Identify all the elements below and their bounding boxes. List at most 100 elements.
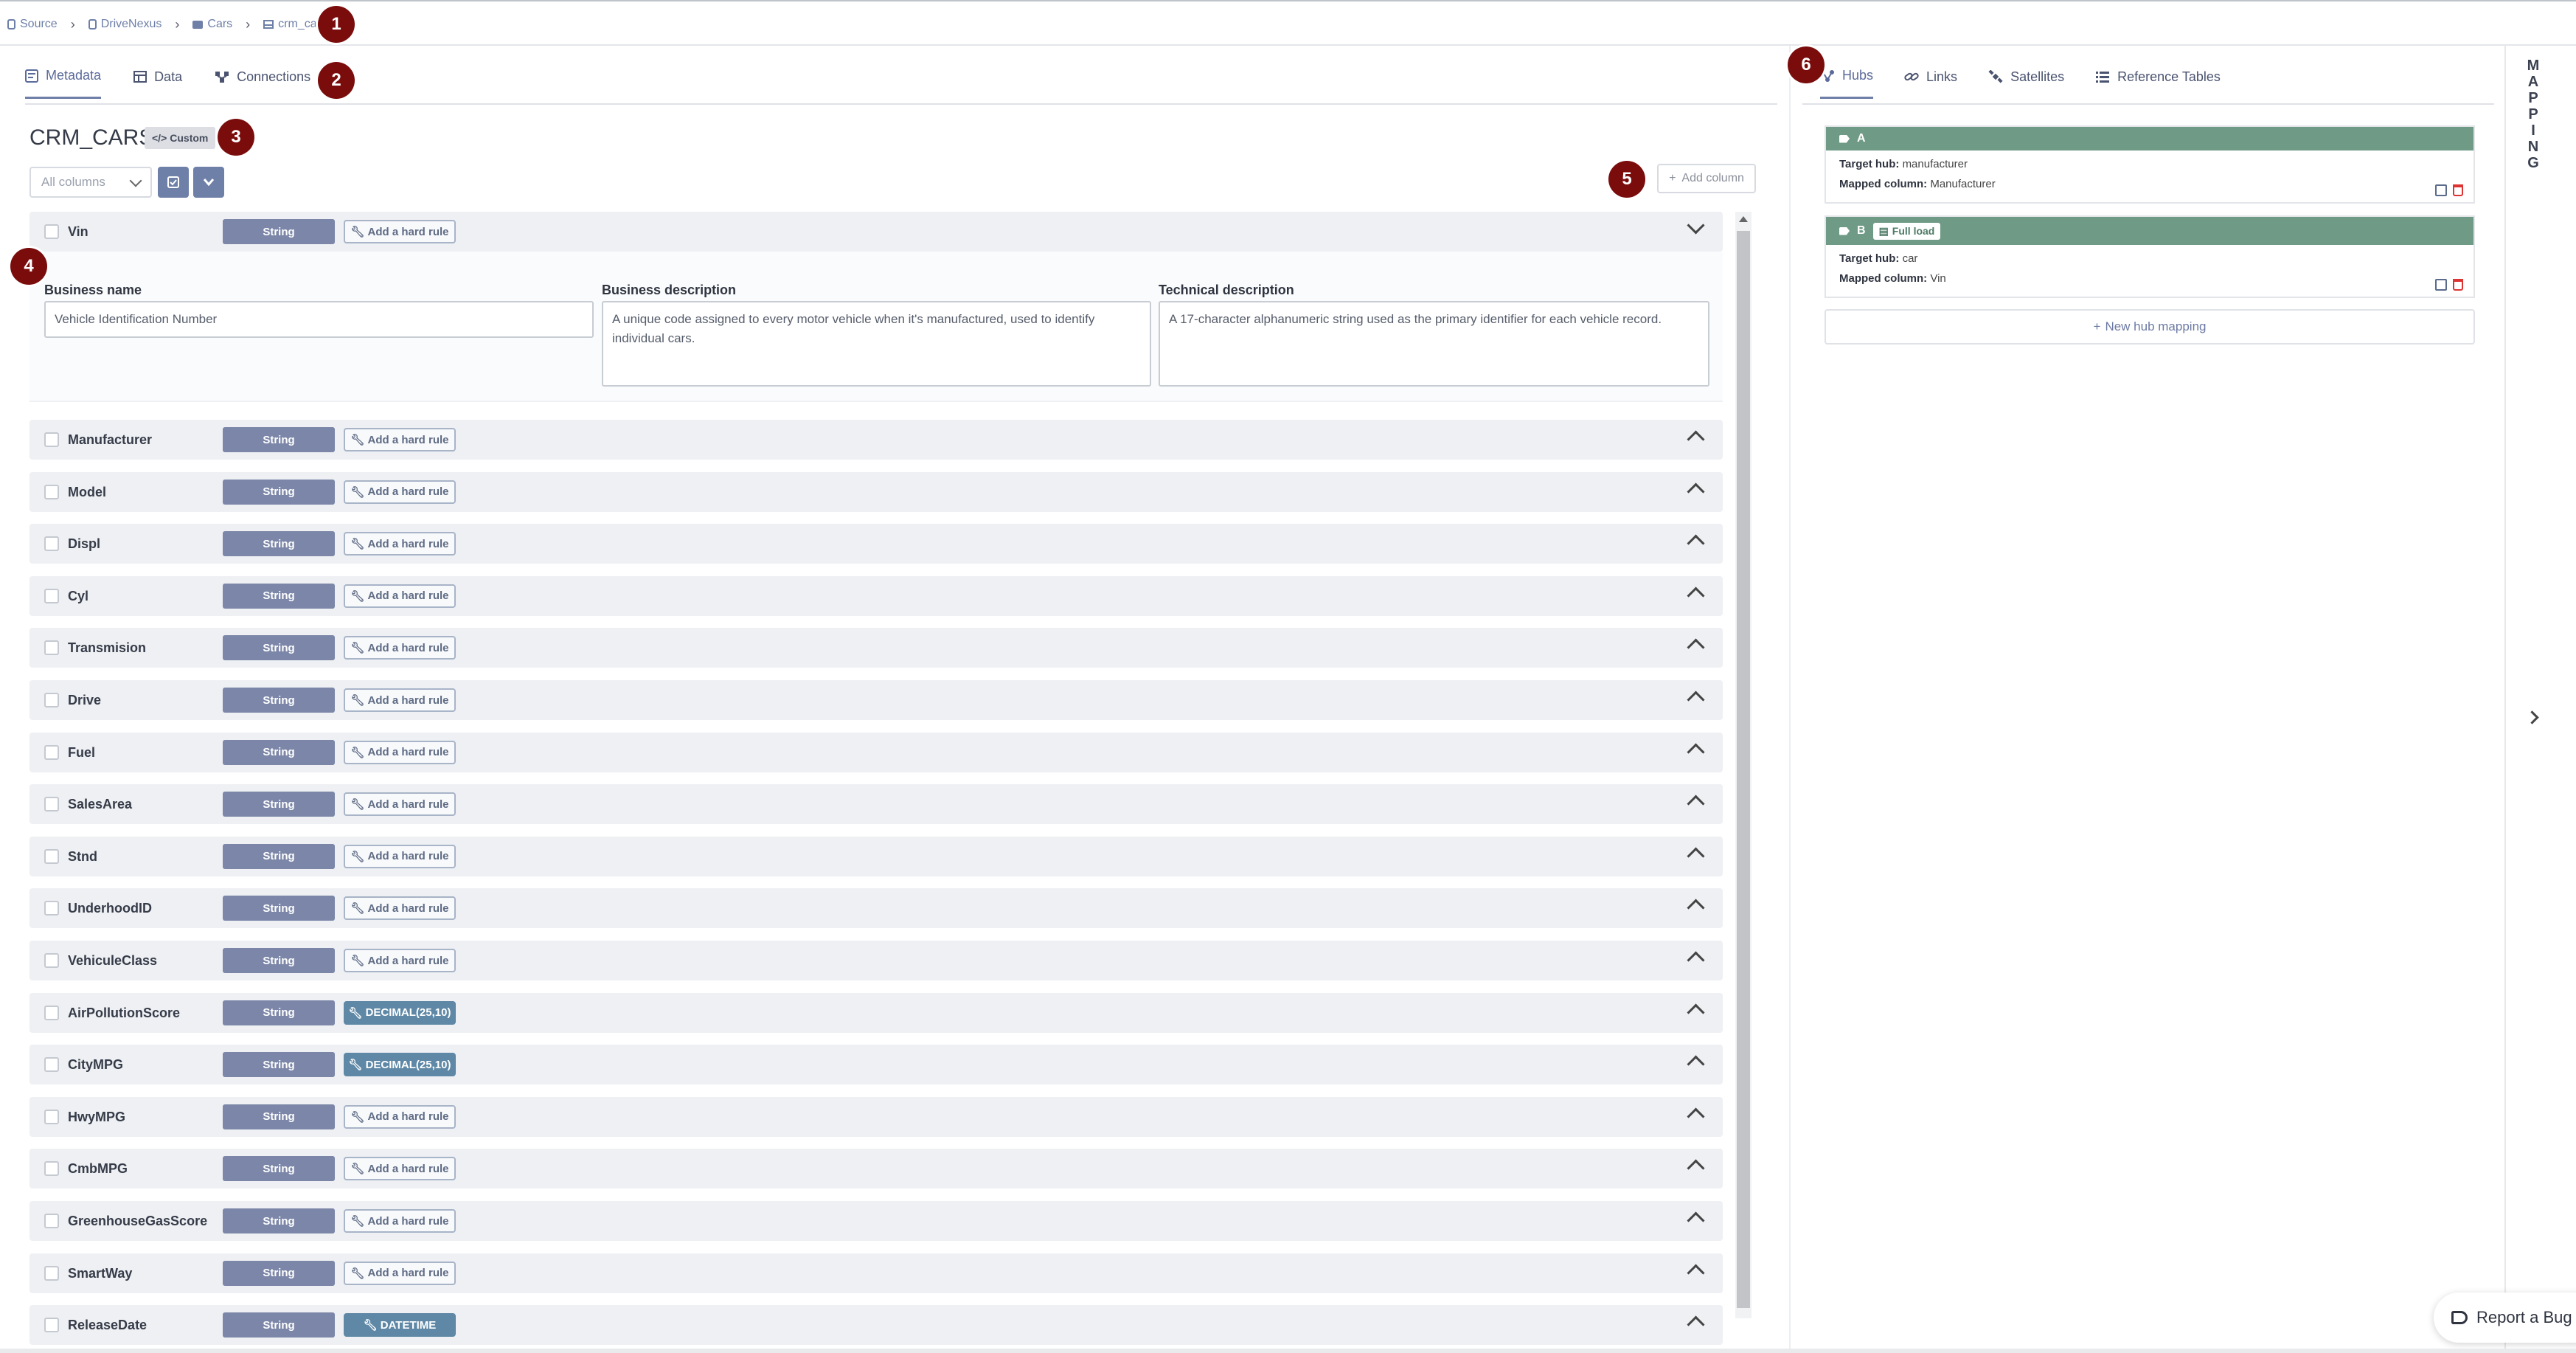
hard-rule-button[interactable]: 🔧︎ Add a hard rule — [344, 1209, 456, 1233]
column-type-badge[interactable]: String — [223, 1104, 335, 1129]
hard-rule-button[interactable]: 🔧︎ Add a hard rule — [344, 1261, 456, 1285]
add-column-button[interactable]: + Add column — [1657, 164, 1756, 193]
column-type-badge[interactable]: String — [223, 1312, 335, 1338]
column-checkbox[interactable] — [44, 1005, 59, 1020]
column-row[interactable]: Drive String 🔧︎ Add a hard rule — [29, 680, 1723, 720]
hard-rule-button[interactable]: 🔧︎ Add a hard rule — [344, 740, 456, 764]
hard-rule-button[interactable]: 🔧︎ Add a hard rule — [344, 532, 456, 556]
scrollbar-thumb[interactable] — [1737, 231, 1750, 1308]
tab-hubs[interactable]: Hubs — [1820, 68, 1874, 99]
chevron-up-icon[interactable] — [1687, 847, 1705, 865]
business-name-field[interactable]: Vehicle Identification Number — [44, 301, 594, 338]
chevron-up-icon[interactable] — [1687, 951, 1705, 969]
column-row[interactable]: VehiculeClass String 🔧︎ Add a hard rule — [29, 941, 1723, 980]
chevron-up-icon[interactable] — [1687, 899, 1705, 917]
column-row[interactable]: GreenhouseGasScore String 🔧︎ Add a hard rul… — [29, 1201, 1723, 1241]
column-type-badge[interactable]: String — [223, 1156, 335, 1182]
column-type-badge[interactable]: String — [223, 1052, 335, 1078]
select-all-button[interactable] — [158, 167, 189, 198]
trash-icon[interactable] — [2453, 279, 2463, 291]
column-type-badge[interactable]: String — [223, 843, 335, 869]
report-bug-button[interactable]: Report a Bug — [2434, 1293, 2576, 1343]
column-checkbox[interactable] — [44, 588, 59, 603]
hard-rule-button[interactable]: 🔧︎ Add a hard rule — [344, 480, 456, 504]
column-row[interactable]: Vin String 🔧︎ Add a hard rule — [29, 212, 1723, 252]
chevron-up-icon[interactable] — [1687, 795, 1705, 813]
chevron-up-icon[interactable] — [1687, 743, 1705, 761]
chevron-up-icon[interactable] — [1687, 1107, 1705, 1126]
column-row[interactable]: AirPollutionScore String 🔧︎ DECIMAL(25,10) — [29, 992, 1723, 1033]
chevron-up-icon[interactable] — [1687, 691, 1705, 709]
column-type-badge[interactable]: String — [223, 635, 335, 661]
chevron-up-icon[interactable] — [1687, 1211, 1705, 1230]
column-checkbox[interactable] — [44, 1265, 59, 1281]
hard-rule-button[interactable]: 🔧︎ DECIMAL(25,10) — [344, 1000, 456, 1025]
chevron-up-icon[interactable] — [1687, 638, 1705, 657]
hard-rule-button[interactable]: 🔧︎ Add a hard rule — [344, 896, 456, 921]
tab-metadata[interactable]: Metadata — [25, 68, 102, 99]
hard-rule-button[interactable]: 🔧︎ Add a hard rule — [344, 584, 456, 608]
edit-icon[interactable] — [2435, 184, 2447, 196]
column-row[interactable]: ReleaseDate String 🔧︎ DATETIME — [29, 1305, 1723, 1346]
column-checkbox[interactable] — [44, 901, 59, 916]
column-type-badge[interactable]: String — [223, 1260, 335, 1286]
column-checkbox[interactable] — [44, 640, 59, 656]
column-type-badge[interactable]: String — [223, 1208, 335, 1233]
chevron-up-icon[interactable] — [1687, 1159, 1705, 1177]
tab-satellites[interactable]: Satellites — [1988, 68, 2064, 99]
chevron-up-icon[interactable] — [1687, 1003, 1705, 1022]
hard-rule-button[interactable]: 🔧︎ Add a hard rule — [344, 792, 456, 817]
chevron-up-icon[interactable] — [1687, 430, 1705, 449]
tab-connections[interactable]: Connections — [215, 68, 310, 99]
column-checkbox[interactable] — [44, 484, 59, 499]
column-checkbox[interactable] — [44, 693, 59, 707]
trash-icon[interactable] — [2453, 184, 2463, 196]
column-row[interactable]: Displ String 🔧︎ Add a hard rule — [29, 524, 1723, 564]
scroll-up-icon[interactable] — [1739, 216, 1748, 222]
column-type-badge[interactable]: String — [223, 531, 335, 557]
column-row[interactable]: Transmision String 🔧︎ Add a hard rule — [29, 628, 1723, 668]
column-row[interactable]: CmbMPG String 🔧︎ Add a hard rule — [29, 1149, 1723, 1189]
column-row[interactable]: SmartWay String 🔧︎ Add a hard rule — [29, 1253, 1723, 1293]
column-type-badge[interactable]: String — [223, 896, 335, 921]
breadcrumb-folder[interactable]: Cars — [192, 18, 232, 31]
column-type-badge[interactable]: String — [223, 219, 335, 244]
chevron-up-icon[interactable] — [1687, 482, 1705, 501]
column-row[interactable]: HwyMPG String 🔧︎ Add a hard rule — [29, 1096, 1723, 1137]
hard-rule-button[interactable]: 🔧︎ Add a hard rule — [344, 636, 456, 660]
hard-rule-button[interactable]: 🔧︎ Add a hard rule — [344, 1157, 456, 1181]
column-checkbox[interactable] — [44, 1109, 59, 1124]
column-checkbox[interactable] — [44, 744, 59, 760]
column-row[interactable]: Model String 🔧︎ Add a hard rule — [29, 471, 1723, 512]
column-checkbox[interactable] — [44, 1161, 59, 1177]
tab-data[interactable]: Data — [133, 68, 182, 99]
column-row[interactable]: UnderhoodID String 🔧︎ Add a hard rule — [29, 888, 1723, 929]
column-checkbox[interactable] — [44, 953, 59, 968]
column-checkbox[interactable] — [44, 1318, 59, 1333]
hard-rule-button[interactable]: 🔧︎ Add a hard rule — [344, 949, 456, 972]
column-checkbox[interactable] — [44, 1057, 59, 1073]
column-list-scrollbar[interactable] — [1735, 212, 1752, 1318]
hard-rule-button[interactable]: 🔧︎ Add a hard rule — [344, 220, 456, 243]
column-type-badge[interactable]: String — [223, 1000, 335, 1025]
edit-icon[interactable] — [2435, 279, 2447, 291]
chevron-up-icon[interactable] — [1687, 1055, 1705, 1073]
chevron-down-icon[interactable] — [1687, 216, 1705, 235]
hard-rule-button[interactable]: 🔧︎ Add a hard rule — [344, 1104, 456, 1129]
mapping-sidebar-label[interactable]: MAPPING — [2525, 58, 2541, 171]
tab-reference-tables[interactable]: Reference Tables — [2095, 68, 2221, 99]
hard-rule-button[interactable]: 🔧︎ DATETIME — [344, 1313, 456, 1338]
column-type-badge[interactable]: String — [223, 427, 335, 452]
column-row[interactable]: Stnd String 🔧︎ Add a hard rule — [29, 836, 1723, 876]
hard-rule-button[interactable]: 🔧︎ DECIMAL(25,10) — [344, 1053, 456, 1077]
column-type-badge[interactable]: String — [223, 479, 335, 505]
chevron-up-icon[interactable] — [1687, 534, 1705, 553]
new-hub-mapping-button[interactable]: + New hub mapping — [1825, 309, 2475, 345]
breadcrumb-project[interactable]: DriveNexus — [88, 18, 162, 31]
column-row[interactable]: Fuel String 🔧︎ Add a hard rule — [29, 732, 1723, 772]
column-checkbox[interactable] — [44, 536, 59, 552]
chevron-up-icon[interactable] — [1687, 586, 1705, 605]
column-row[interactable]: Cyl String 🔧︎ Add a hard rule — [29, 575, 1723, 616]
columns-filter-select[interactable]: All columns — [29, 167, 152, 198]
column-checkbox[interactable] — [44, 848, 59, 864]
